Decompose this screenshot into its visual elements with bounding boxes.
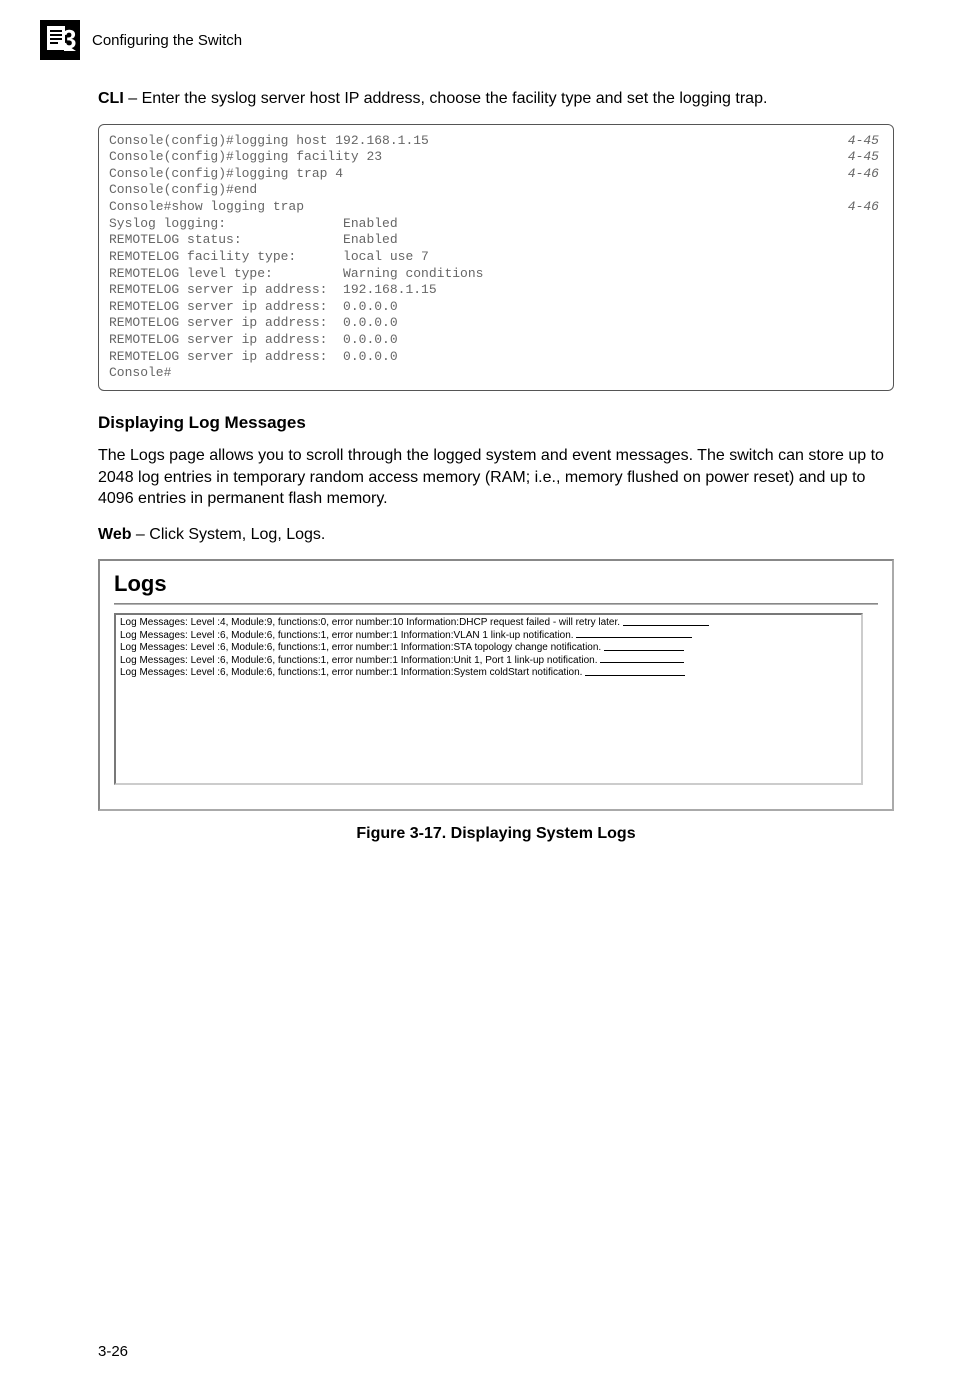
log-fill-line [604, 645, 684, 651]
cli-line: Console(config)#logging host 192.168.1.1… [109, 133, 883, 150]
cli-line: REMOTELOG server ip address: 0.0.0.0 [109, 349, 883, 366]
log-fill-line [576, 632, 692, 638]
cli-text: REMOTELOG status: Enabled [109, 232, 398, 249]
cli-text: Console(config)#end [109, 182, 257, 199]
cli-text: REMOTELOG server ip address: 0.0.0.0 [109, 332, 398, 349]
cli-text: REMOTELOG server ip address: 0.0.0.0 [109, 349, 398, 366]
log-text: Log Messages: Level :6, Module:6, functi… [120, 642, 604, 653]
log-listbox[interactable]: Log Messages: Level :4, Module:9, functi… [114, 613, 863, 785]
log-text: Log Messages: Level :6, Module:6, functi… [120, 630, 576, 641]
cli-line: Syslog logging: Enabled [109, 216, 883, 233]
page-header: 3 Configuring the Switch [98, 20, 894, 60]
cli-ref: 4-45 [848, 149, 883, 166]
cli-text: REMOTELOG server ip address: 0.0.0.0 [109, 315, 398, 332]
cli-line: Console(config)#logging trap 4 4-46 [109, 166, 883, 183]
cli-label: CLI [98, 90, 124, 107]
cli-line: REMOTELOG status: Enabled [109, 232, 883, 249]
cli-text: Console(config)#logging trap 4 [109, 166, 343, 183]
figure-caption: Figure 3-17. Displaying System Logs [98, 825, 894, 843]
cli-line: Console(config)#end [109, 182, 883, 199]
cli-line: REMOTELOG facility type: local use 7 [109, 249, 883, 266]
log-text: Log Messages: Level :4, Module:9, functi… [120, 617, 623, 628]
cli-line: REMOTELOG server ip address: 0.0.0.0 [109, 299, 883, 316]
cli-text: REMOTELOG server ip address: 192.168.1.1… [109, 282, 437, 299]
cli-ref: 4-45 [848, 133, 883, 150]
web-text: – Click System, Log, Logs. [131, 526, 325, 543]
chapter-number: 3 [62, 24, 76, 55]
cli-line: Console# [109, 365, 883, 382]
cli-text: REMOTELOG server ip address: 0.0.0.0 [109, 299, 398, 316]
web-label: Web [98, 526, 131, 543]
cli-text: REMOTELOG facility type: local use 7 [109, 249, 429, 266]
cli-text: Console(config)#logging host 192.168.1.1… [109, 133, 429, 150]
cli-line: REMOTELOG server ip address: 0.0.0.0 [109, 315, 883, 332]
cli-text: REMOTELOG level type: Warning conditions [109, 266, 483, 283]
log-text: Log Messages: Level :6, Module:6, functi… [120, 655, 600, 666]
cli-text: Console# [109, 365, 171, 382]
cli-line: REMOTELOG level type: Warning conditions [109, 266, 883, 283]
page-number: 3-26 [98, 1343, 128, 1360]
log-row: Log Messages: Level :4, Module:9, functi… [120, 617, 857, 630]
cli-text: Console#show logging trap [109, 199, 304, 216]
cli-output-box: Console(config)#logging host 192.168.1.1… [98, 124, 894, 391]
chapter-title: Configuring the Switch [92, 32, 242, 49]
cli-intro: CLI – Enter the syslog server host IP ad… [98, 88, 894, 110]
divider [114, 603, 878, 605]
cli-intro-text: – Enter the syslog server host IP addres… [124, 90, 768, 107]
log-fill-line [600, 657, 684, 663]
cli-line: Console(config)#logging facility 23 4-45 [109, 149, 883, 166]
cli-line: REMOTELOG server ip address: 192.168.1.1… [109, 282, 883, 299]
section-heading: Displaying Log Messages [98, 413, 894, 433]
log-row: Log Messages: Level :6, Module:6, functi… [120, 667, 857, 680]
cli-ref: 4-46 [848, 166, 883, 183]
section-para: The Logs page allows you to scroll throu… [98, 445, 894, 510]
log-fill-line [585, 670, 685, 676]
log-row: Log Messages: Level :6, Module:6, functi… [120, 630, 857, 643]
logs-screenshot: Logs Log Messages: Level :4, Module:9, f… [98, 559, 894, 811]
logs-title: Logs [114, 571, 878, 597]
cli-text: Syslog logging: Enabled [109, 216, 398, 233]
log-row: Log Messages: Level :6, Module:6, functi… [120, 642, 857, 655]
cli-text: Console(config)#logging facility 23 [109, 149, 382, 166]
log-text: Log Messages: Level :6, Module:6, functi… [120, 667, 585, 678]
cli-line: Console#show logging trap 4-46 [109, 199, 883, 216]
web-instruction: Web – Click System, Log, Logs. [98, 524, 894, 546]
cli-line: REMOTELOG server ip address: 0.0.0.0 [109, 332, 883, 349]
log-fill-line [623, 620, 709, 626]
log-row: Log Messages: Level :6, Module:6, functi… [120, 655, 857, 668]
cli-ref: 4-46 [848, 199, 883, 216]
